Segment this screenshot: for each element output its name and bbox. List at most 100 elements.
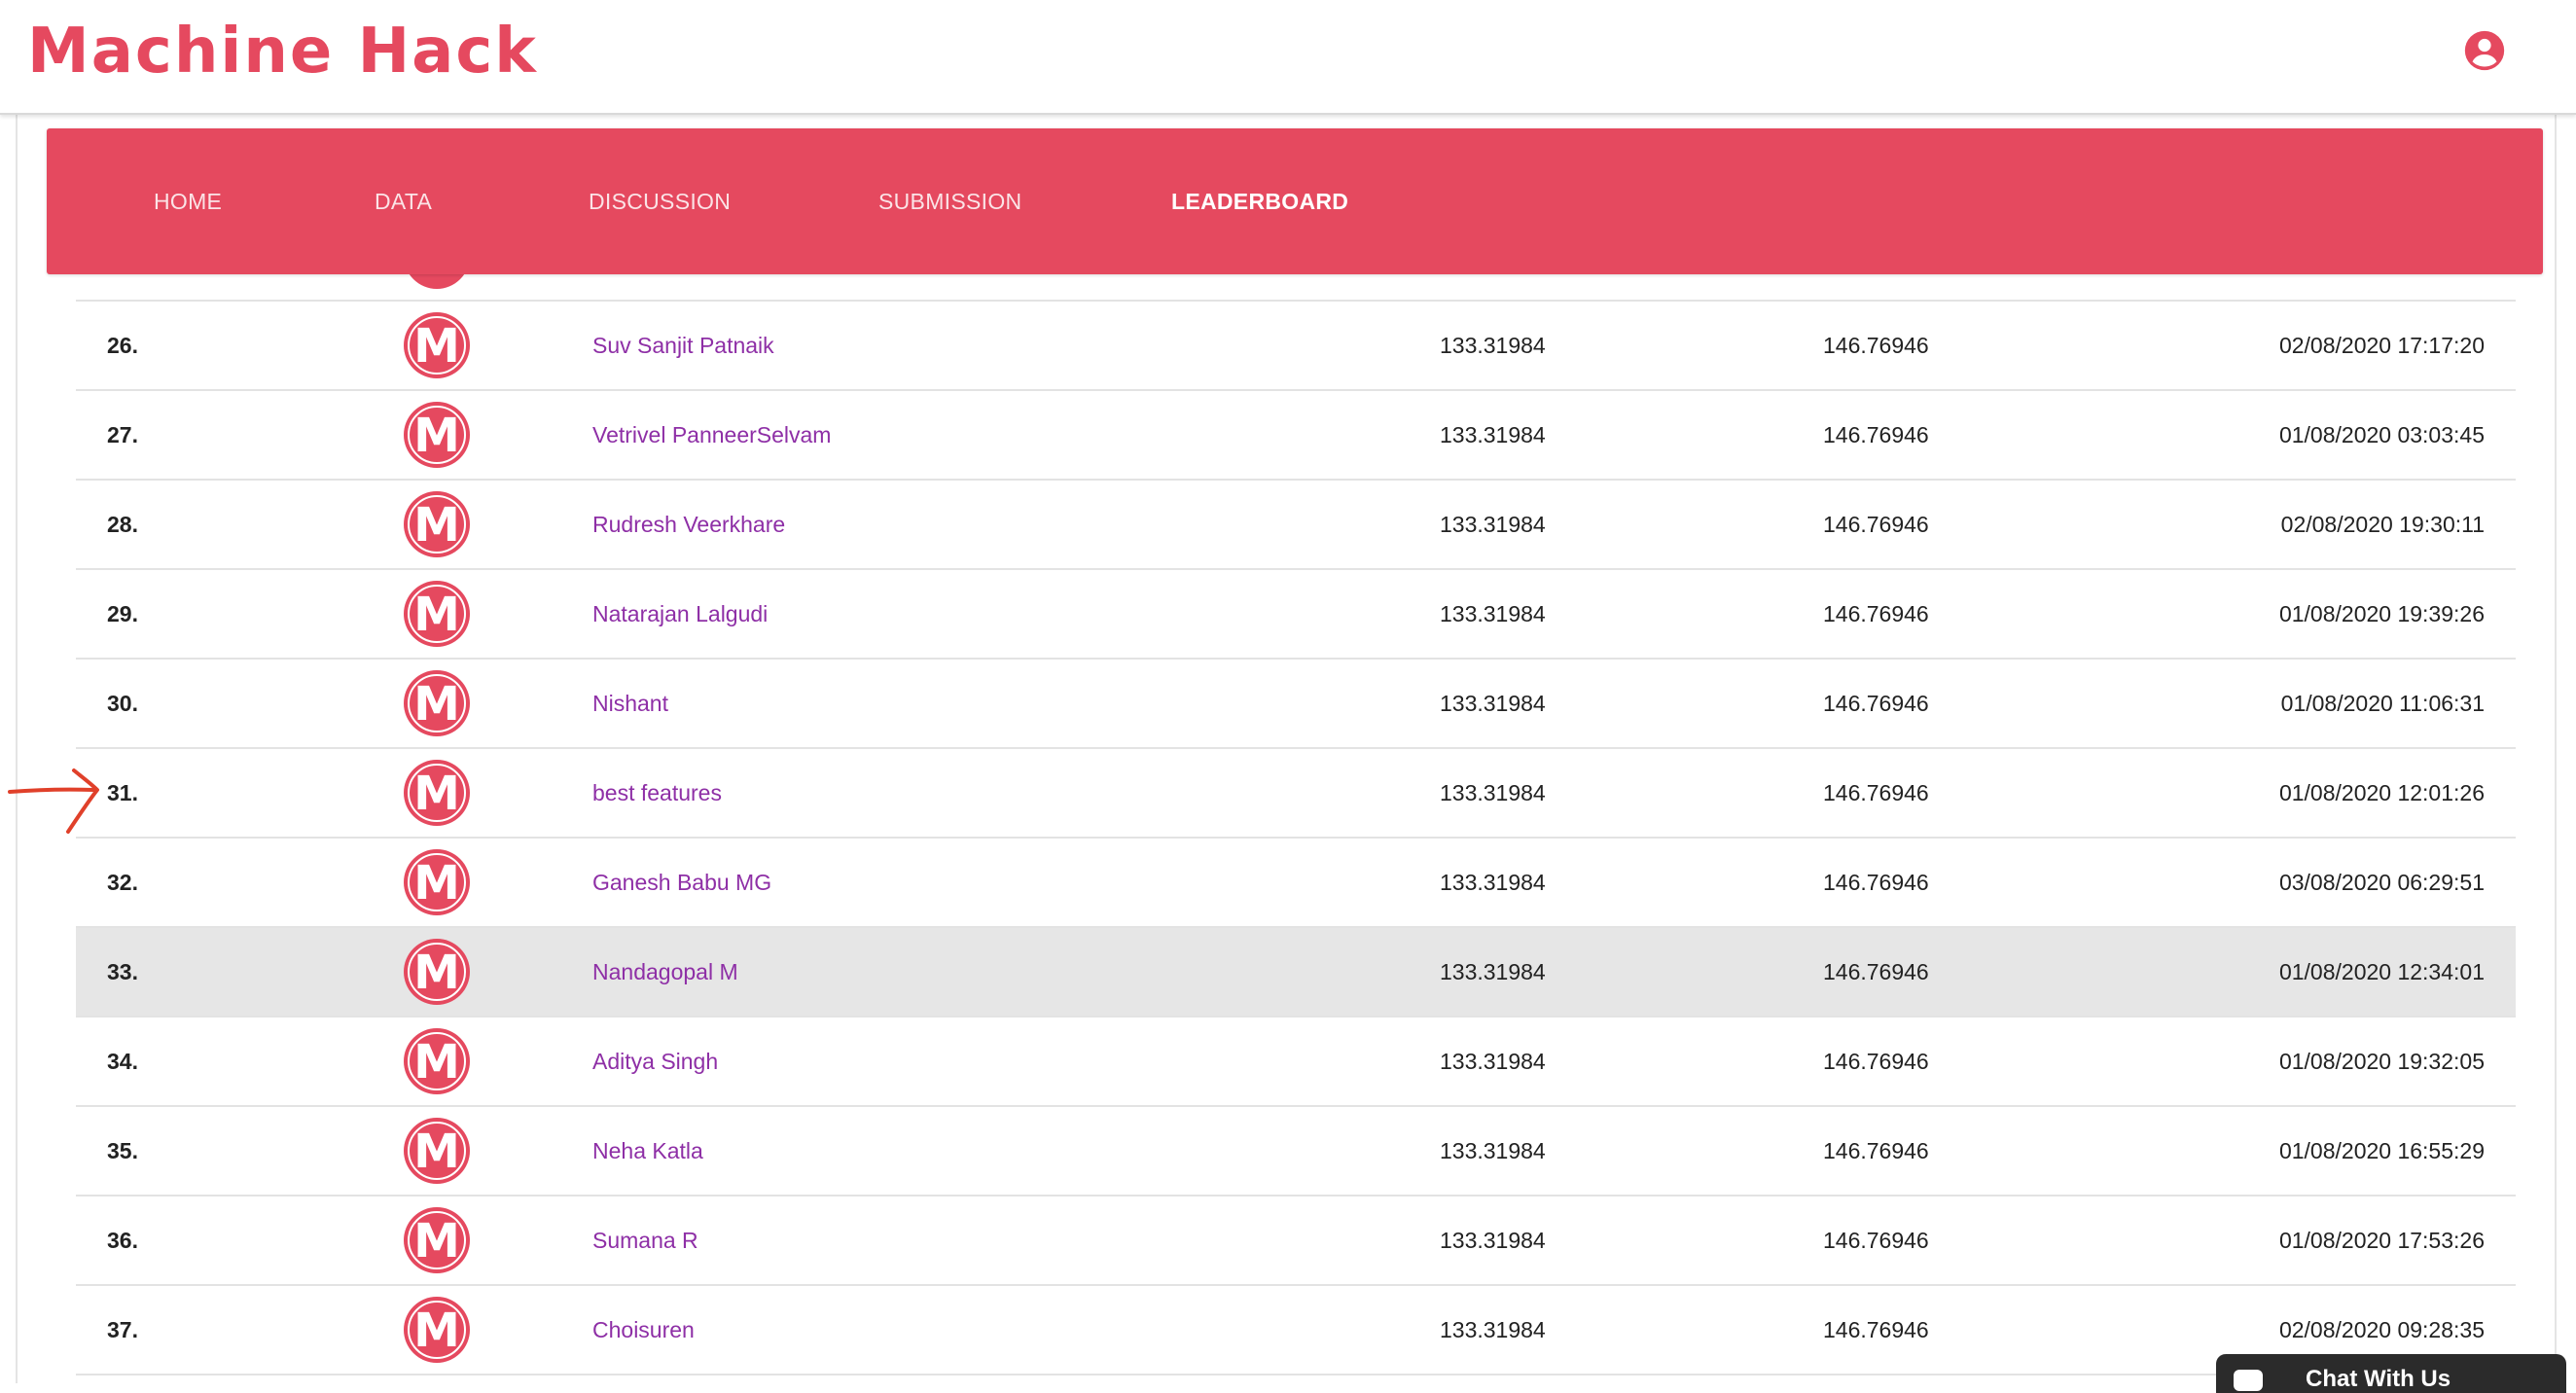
avatar-letter: M	[413, 1214, 460, 1268]
chat-widget-button[interactable]: Chat With Us	[2216, 1354, 2566, 1393]
private-score-cell: 146.76946	[1823, 1317, 1929, 1342]
avatar: M	[404, 1118, 470, 1184]
participant-name-link[interactable]: Choisuren	[592, 1286, 695, 1374]
chat-bubble-icon	[2234, 1370, 2263, 1391]
participant-name-link[interactable]: Sumana R	[592, 1197, 698, 1284]
participant-name-link[interactable]: Suv Sanjit Patnaik	[592, 302, 774, 389]
participant-name-link[interactable]: Aditya Singh	[592, 1018, 718, 1105]
table-row[interactable]: 35. M Neha Katla 133.31984 146.76946 01/08/20…	[76, 1107, 2516, 1197]
table-row[interactable]: 28. M Rudresh Veerkhare 133.31984 146.76946 0…	[76, 481, 2516, 570]
participant-name-link[interactable]: Neha Katla	[592, 1107, 703, 1195]
public-score-cell: 133.31984	[1440, 601, 1546, 626]
rank-cell: 37.	[107, 1317, 138, 1342]
table-row[interactable]: 37. M Choisuren 133.31984 146.76946 02/08/202…	[76, 1286, 2516, 1375]
participant-name-link[interactable]: Natarajan Lalgudi	[592, 570, 768, 658]
avatar: M	[404, 402, 470, 468]
avatar: M	[404, 1207, 470, 1273]
avatar-letter: M	[413, 1125, 460, 1179]
avatar: M	[404, 670, 470, 736]
public-score-cell: 133.31984	[1440, 870, 1546, 895]
avatar-letter: M	[413, 856, 460, 911]
participant-name-link[interactable]: best features	[592, 749, 722, 837]
leaderboard-table: 26. M Suv Sanjit Patnaik 133.31984 146.76946…	[76, 212, 2516, 1383]
private-score-cell: 146.76946	[1823, 422, 1929, 447]
public-score-cell: 133.31984	[1440, 422, 1546, 447]
avatar-letter: M	[413, 319, 460, 374]
private-score-cell: 146.76946	[1823, 870, 1929, 895]
avatar: M	[404, 1297, 470, 1363]
rank-cell: 35.	[107, 1138, 138, 1163]
table-row[interactable]: 33. M Nandagopal M 133.31984 146.76946 01/08/…	[76, 928, 2516, 1018]
participant-name-link[interactable]: Nishant	[592, 660, 668, 747]
participant-name-link[interactable]: Rudresh Veerkhare	[592, 481, 785, 568]
avatar-letter: M	[413, 1035, 460, 1089]
rank-cell: 26.	[107, 333, 138, 358]
participant-name-link[interactable]: Ganesh Babu MG	[592, 839, 771, 926]
submission-date-cell: 02/08/2020 17:17:20	[2278, 333, 2485, 358]
table-row[interactable]: 26. M Suv Sanjit Patnaik 133.31984 146.76946…	[76, 302, 2516, 391]
rank-cell: 27.	[107, 422, 138, 447]
avatar: M	[404, 581, 470, 647]
private-score-cell: 146.76946	[1823, 601, 1929, 626]
tab-leaderboard[interactable]: LEADERBOARD	[1171, 128, 1348, 274]
tab-data[interactable]: DATA	[375, 128, 432, 274]
private-score-cell: 146.76946	[1823, 691, 1929, 716]
submission-date-cell: 01/08/2020 12:01:26	[2278, 780, 2485, 805]
submission-date-cell: 01/08/2020 11:06:31	[2280, 691, 2485, 716]
participant-name-link[interactable]: Nandagopal M	[592, 928, 738, 1016]
table-row[interactable]: 30. M Nishant 133.31984 146.76946 01/08/2020 …	[76, 660, 2516, 749]
rank-cell: 33.	[107, 959, 138, 984]
account-circle-icon[interactable]	[2463, 29, 2506, 72]
tab-discussion[interactable]: DISCUSSION	[589, 128, 731, 274]
machinehack-logo[interactable]: Machine Hack	[27, 16, 538, 88]
table-row[interactable]: 34. M Aditya Singh 133.31984 146.76946 01/08/…	[76, 1018, 2516, 1107]
avatar-letter: M	[413, 677, 460, 732]
avatar-letter: M	[413, 409, 460, 463]
rank-cell: 31.	[107, 780, 138, 805]
public-score-cell: 133.31984	[1440, 780, 1546, 805]
table-row[interactable]: 32. M Ganesh Babu MG 133.31984 146.76946 03/0…	[76, 839, 2516, 928]
public-score-cell: 133.31984	[1440, 691, 1546, 716]
submission-date-cell: 03/08/2020 06:29:51	[2278, 870, 2485, 895]
public-score-cell: 133.31984	[1440, 1138, 1546, 1163]
table-row[interactable]: 29. M Natarajan Lalgudi 133.31984 146.76946 0…	[76, 570, 2516, 660]
submission-date-cell: 01/08/2020 17:53:26	[2278, 1228, 2485, 1253]
avatar: M	[404, 939, 470, 1005]
rank-cell: 36.	[107, 1228, 138, 1253]
public-score-cell: 133.31984	[1440, 1317, 1546, 1342]
avatar-letter: M	[413, 1304, 460, 1358]
table-row[interactable]: 36. M Sumana R 133.31984 146.76946 01/08/2020…	[76, 1197, 2516, 1286]
tab-submission[interactable]: SUBMISSION	[878, 128, 1021, 274]
avatar: M	[404, 312, 470, 378]
rank-cell: 32.	[107, 870, 138, 895]
avatar: M	[404, 849, 470, 915]
public-score-cell: 133.31984	[1440, 333, 1546, 358]
public-score-cell: 133.31984	[1440, 512, 1546, 537]
participant-name-link[interactable]: Vetrivel PanneerSelvam	[592, 391, 831, 479]
submission-date-cell: 01/08/2020 19:39:26	[2278, 601, 2485, 626]
rank-cell: 29.	[107, 601, 138, 626]
private-score-cell: 146.76946	[1823, 959, 1929, 984]
chat-label: Chat With Us	[2306, 1366, 2451, 1392]
avatar: M	[404, 1028, 470, 1094]
rank-cell: 34.	[107, 1049, 138, 1074]
private-score-cell: 146.76946	[1823, 1138, 1929, 1163]
rank-cell: 28.	[107, 512, 138, 537]
table-row[interactable]: 27. M Vetrivel PanneerSelvam 133.31984 146.7…	[76, 391, 2516, 481]
private-score-cell: 146.76946	[1823, 512, 1929, 537]
avatar-letter: M	[413, 946, 460, 1000]
avatar-letter: M	[413, 498, 460, 553]
submission-date-cell: 01/08/2020 16:55:29	[2278, 1138, 2485, 1163]
rank-cell: 30.	[107, 691, 138, 716]
private-score-cell: 146.76946	[1823, 780, 1929, 805]
public-score-cell: 133.31984	[1440, 959, 1546, 984]
avatar-letter: M	[413, 767, 460, 821]
submission-date-cell: 01/08/2020 19:32:05	[2278, 1049, 2485, 1074]
avatar: M	[404, 491, 470, 557]
private-score-cell: 146.76946	[1823, 1049, 1929, 1074]
public-score-cell: 133.31984	[1440, 1049, 1546, 1074]
public-score-cell: 133.31984	[1440, 1228, 1546, 1253]
table-row[interactable]: 31. Mbest features 133.31984 146.76946 01/08…	[76, 749, 2516, 839]
tab-home[interactable]: HOME	[154, 128, 222, 274]
competition-nav: HOME DATA DISCUSSION SUBMISSION LEADERBO…	[47, 128, 2543, 274]
